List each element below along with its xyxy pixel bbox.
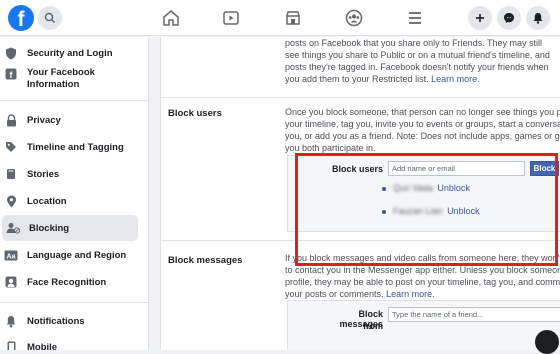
menu-nav[interactable] bbox=[405, 8, 425, 28]
block-messages-input[interactable]: Type the name of a friend... bbox=[388, 307, 560, 322]
restricted-description-line: posts they're tagged in. Facebook doesn'… bbox=[285, 62, 549, 72]
search-icon bbox=[44, 12, 56, 24]
sidebar-item-language-region[interactable]: Aa Language and Region bbox=[0, 247, 140, 263]
learn-more-link[interactable]: Learn more. bbox=[431, 74, 480, 84]
block-users-description-line: your timeline, tag you, invite you to ev… bbox=[285, 119, 560, 129]
sidebar-item-stories[interactable]: Stories bbox=[0, 166, 140, 182]
block-messages-description-line: your posts or comments. Learn more. bbox=[285, 289, 435, 299]
section-divider bbox=[161, 97, 560, 98]
book-icon bbox=[3, 168, 19, 180]
facebook-info-icon: f bbox=[3, 68, 19, 80]
block-messages-description-line: to contact you in the Messenger app eith… bbox=[285, 265, 560, 275]
block-messages-description-line: profile, they may be able to post on you… bbox=[285, 277, 560, 287]
sidebar-divider bbox=[0, 302, 148, 303]
block-messages-title: Block messages bbox=[168, 255, 243, 266]
new-message-button[interactable] bbox=[535, 330, 559, 354]
sidebar-item-label: Mobile bbox=[27, 341, 58, 351]
sidebar-item-mobile[interactable]: Mobile bbox=[0, 339, 140, 350]
groups-nav[interactable] bbox=[344, 8, 364, 28]
settings-sidebar: Security and Login f Your Facebook Infor… bbox=[0, 37, 149, 350]
highlight-annotation bbox=[295, 153, 558, 266]
search-button[interactable] bbox=[38, 6, 62, 30]
messenger-icon bbox=[504, 13, 514, 23]
learn-more-link[interactable]: Learn more. bbox=[386, 289, 435, 299]
top-navigation-bar: f bbox=[0, 0, 560, 36]
tag-icon bbox=[3, 141, 19, 153]
plus-icon bbox=[476, 14, 484, 22]
sidebar-item-timeline-tagging[interactable]: Timeline and Tagging bbox=[0, 139, 140, 155]
sidebar-item-privacy[interactable]: Privacy bbox=[0, 112, 140, 128]
notifications-button[interactable] bbox=[526, 6, 550, 30]
mobile-icon bbox=[3, 341, 19, 350]
sidebar-item-blocking[interactable]: Blocking bbox=[2, 215, 138, 241]
marketplace-icon bbox=[286, 11, 300, 25]
language-icon: Aa bbox=[3, 250, 19, 261]
block-users-title: Block users bbox=[168, 108, 222, 119]
sidebar-item-label: Blocking bbox=[29, 222, 70, 234]
restricted-description-line: posts on Facebook that you share only to… bbox=[285, 38, 542, 48]
sidebar-item-label: Your Facebook Information bbox=[27, 67, 95, 90]
sidebar-item-notifications[interactable]: Notifications bbox=[0, 313, 140, 329]
sidebar-item-label: Location bbox=[27, 195, 67, 207]
sidebar-item-face-recognition[interactable]: Face Recognition bbox=[0, 274, 140, 290]
watch-nav[interactable] bbox=[221, 8, 241, 28]
settings-main: posts on Facebook that you share only to… bbox=[150, 37, 560, 350]
messenger-button[interactable] bbox=[497, 6, 521, 30]
restricted-description-line: you add them to your Restricted list. Le… bbox=[285, 74, 480, 84]
shield-icon bbox=[3, 47, 19, 60]
home-icon bbox=[163, 10, 179, 26]
sidebar-item-facebook-information[interactable]: f Your Facebook Information bbox=[0, 67, 140, 93]
create-button[interactable] bbox=[468, 6, 492, 30]
marketplace-nav[interactable] bbox=[283, 8, 303, 28]
notifications-icon bbox=[533, 13, 543, 24]
face-icon bbox=[3, 276, 19, 288]
sidebar-divider bbox=[0, 100, 148, 101]
block-users-description-line: you, or add you as a friend. Note: Does … bbox=[285, 131, 560, 141]
lock-icon bbox=[3, 113, 19, 127]
block-messages-field-label: from bbox=[363, 321, 383, 331]
watch-icon bbox=[223, 11, 239, 25]
sidebar-item-security[interactable]: Security and Login bbox=[0, 45, 140, 61]
location-pin-icon bbox=[3, 195, 19, 208]
restricted-description-line: see things you share to Public or on a m… bbox=[285, 50, 550, 60]
sidebar-item-label: Privacy bbox=[27, 114, 61, 126]
sidebar-item-label: Language and Region bbox=[27, 249, 127, 261]
blocking-icon bbox=[5, 222, 21, 234]
facebook-logo[interactable]: f bbox=[8, 5, 34, 31]
bell-icon bbox=[3, 315, 19, 328]
menu-icon bbox=[409, 12, 421, 24]
sidebar-item-label: Security and Login bbox=[27, 47, 113, 59]
groups-icon bbox=[345, 9, 363, 27]
sidebar-item-label: Face Recognition bbox=[27, 276, 107, 288]
home-nav[interactable] bbox=[161, 8, 181, 28]
svg-text:Aa: Aa bbox=[7, 253, 16, 260]
sidebar-item-label: Notifications bbox=[27, 315, 85, 327]
sidebar-item-label: Stories bbox=[27, 168, 60, 180]
block-users-description-line: Once you block someone, that person can … bbox=[285, 107, 560, 117]
sidebar-item-label: Timeline and Tagging bbox=[27, 141, 124, 153]
sidebar-item-location[interactable]: Location bbox=[0, 193, 140, 209]
